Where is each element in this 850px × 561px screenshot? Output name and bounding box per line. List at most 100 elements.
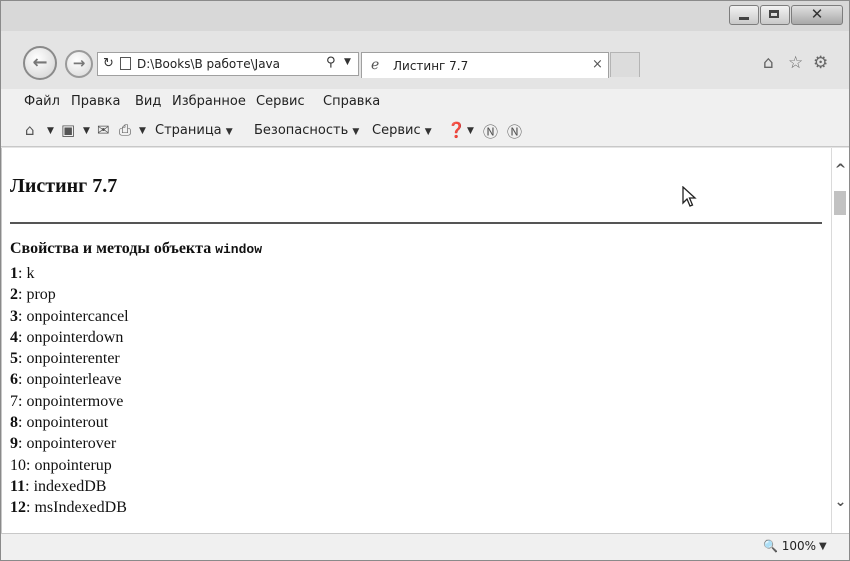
chevron-down-icon[interactable]: ▼ <box>83 126 90 136</box>
page-content: Листинг 7.7 Свойства и методы объекта wi… <box>1 148 832 533</box>
forward-arrow-icon: → <box>72 54 86 72</box>
rss-feed-icon[interactable]: ▣ <box>61 121 75 139</box>
menu-favorites[interactable]: Избранное <box>172 94 246 109</box>
address-text[interactable]: D:\Books\В работе\Java <box>137 57 322 71</box>
new-tab-button[interactable] <box>610 52 640 77</box>
scroll-down-icon[interactable]: ⌄ <box>832 494 849 510</box>
home-icon[interactable]: ⌂ <box>763 53 774 73</box>
scroll-up-icon[interactable]: ^ <box>832 162 849 178</box>
menu-view[interactable]: Вид <box>135 94 161 109</box>
tab-listing[interactable]: ℯ Листинг 7.7 × <box>361 52 609 78</box>
heading-code: window <box>215 242 263 257</box>
property-name: k <box>26 265 35 282</box>
tools-menu-button[interactable]: Сервис ▼ <box>372 123 432 138</box>
minimize-icon <box>739 17 749 20</box>
separator: : <box>25 477 34 495</box>
close-icon: ✕ <box>810 5 824 23</box>
security-menu-button[interactable]: Безопасность ▼ <box>254 123 359 138</box>
browser-window: ✕ ← → ↻ D:\Books\В работе\Java ⚲ ▼ ℯ Лис… <box>0 0 850 561</box>
list-item: 3: onpointercancel <box>10 306 410 327</box>
scrollbar-thumb[interactable] <box>834 191 846 215</box>
property-name: msIndexedDB <box>34 499 127 517</box>
maximize-button[interactable] <box>760 5 790 25</box>
property-number: 4 <box>10 328 18 346</box>
search-icon[interactable]: ⚲ <box>326 55 336 70</box>
refresh-icon[interactable]: ↻ <box>103 56 114 71</box>
favorites-star-icon[interactable]: ☆ <box>788 53 803 73</box>
property-number: 8 <box>10 414 18 432</box>
close-tab-icon[interactable]: × <box>592 57 603 72</box>
list-item: 4: onpointerdown <box>10 327 410 348</box>
help-icon[interactable]: ❓ <box>447 121 466 139</box>
menu-tools[interactable]: Сервис <box>256 94 305 109</box>
ie-page-icon: ℯ <box>371 57 380 73</box>
vertical-scrollbar[interactable]: ^ ⌄ <box>831 148 849 533</box>
property-name: onpointerleave <box>26 371 122 389</box>
onenote-icon[interactable]: Ⓝ <box>507 121 522 142</box>
chevron-down-icon[interactable]: ▼ <box>819 541 827 552</box>
chevron-down-icon[interactable]: ▼ <box>344 57 351 67</box>
property-number: 9 <box>10 435 18 453</box>
list-item: 1: k <box>10 263 410 284</box>
page-menu-label: Страница <box>155 123 222 138</box>
property-number: 7 <box>10 392 18 410</box>
close-window-button[interactable]: ✕ <box>791 5 843 25</box>
security-menu-label: Безопасность <box>254 123 349 138</box>
list-item: 11: indexedDB <box>10 476 410 497</box>
property-number: 6 <box>10 371 18 389</box>
property-name: onpointerover <box>26 435 117 453</box>
mouse-cursor-icon <box>682 186 697 207</box>
back-button[interactable]: ← <box>23 46 57 80</box>
maximize-icon <box>769 10 779 18</box>
chevron-down-icon[interactable]: ▼ <box>47 126 54 136</box>
chevron-down-icon[interactable]: ▼ <box>139 126 146 136</box>
property-name: onpointerenter <box>26 350 120 368</box>
property-name: prop <box>26 286 56 304</box>
tools-menu-label: Сервис <box>372 123 421 138</box>
minimize-button[interactable] <box>729 5 759 25</box>
page-icon <box>120 57 131 70</box>
heading-text: Свойства и методы объекта <box>10 240 216 257</box>
property-number: 3 <box>10 307 18 325</box>
property-name: onpointermove <box>26 392 124 410</box>
status-bar: 🔍 100% ▼ <box>1 533 849 560</box>
properties-heading: Свойства и методы объекта window <box>10 240 262 258</box>
chevron-down-icon[interactable]: ▼ <box>467 126 474 136</box>
list-item: 5: onpointerenter <box>10 348 410 369</box>
menu-file[interactable]: Файл <box>24 94 60 109</box>
forward-button[interactable]: → <box>65 50 93 78</box>
horizontal-rule <box>10 222 822 224</box>
property-number: 1 <box>10 265 18 282</box>
property-number: 12 <box>10 499 26 517</box>
title-bar: ✕ <box>1 1 849 31</box>
list-item: 10: onpointerup <box>10 455 410 476</box>
back-arrow-icon: ← <box>32 52 48 73</box>
property-number: 2 <box>10 286 18 304</box>
list-item: 9: onpointerover <box>10 433 410 454</box>
menu-help[interactable]: Справка <box>323 94 380 109</box>
zoom-level[interactable]: 🔍 100% <box>763 539 816 553</box>
property-name: onpointerup <box>34 456 112 474</box>
property-name: onpointerout <box>26 414 109 432</box>
address-bar[interactable]: ↻ D:\Books\В работе\Java ⚲ ▼ <box>97 52 359 76</box>
chevron-down-icon: ▼ <box>352 127 360 137</box>
page-menu-button[interactable]: Страница ▼ <box>155 123 233 138</box>
settings-gear-icon[interactable]: ⚙ <box>813 53 828 73</box>
property-name: indexedDB <box>33 477 107 495</box>
tab-title: Листинг 7.7 <box>393 59 469 73</box>
menu-edit[interactable]: Правка <box>71 94 120 109</box>
navigation-bar: ← → ↻ D:\Books\В работе\Java ⚲ ▼ ℯ Листи… <box>1 31 849 87</box>
properties-list: 1: k 2: prop 3: onpointercancel 4: onpointe… <box>10 263 410 519</box>
mail-icon[interactable]: ✉ <box>97 121 110 139</box>
research-icon[interactable]: Ⓝ <box>483 121 498 142</box>
property-name: onpointerdown <box>26 328 124 346</box>
zoom-value: 100% <box>781 539 817 553</box>
chevron-down-icon: ▼ <box>424 127 432 137</box>
print-icon[interactable]: ⎙ <box>119 121 131 139</box>
list-item: 8: onpointerout <box>10 412 410 433</box>
list-item: 6: onpointerleave <box>10 369 410 390</box>
property-number: 11 <box>10 477 26 495</box>
property-number: 5 <box>10 350 18 368</box>
property-name: onpointercancel <box>26 307 129 325</box>
home-icon[interactable]: ⌂ <box>25 121 35 139</box>
